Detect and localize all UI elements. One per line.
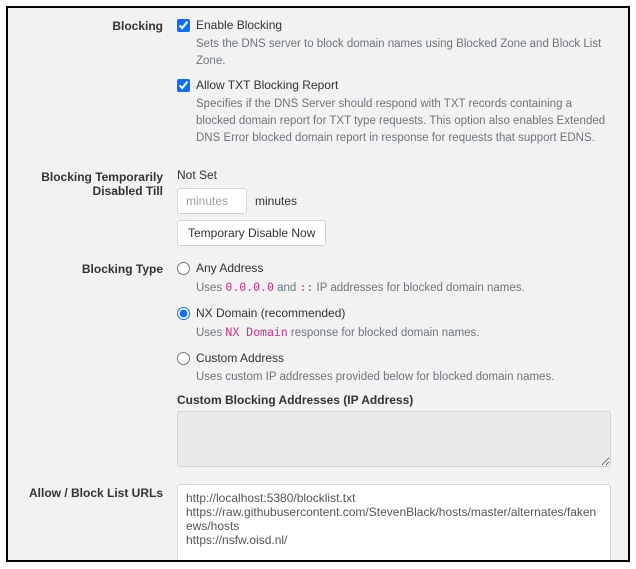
blocking-label: Blocking	[17, 17, 177, 33]
custom-address-radio[interactable]	[177, 352, 190, 365]
temp-disable-label: Blocking Temporarily Disabled Till	[17, 168, 177, 198]
blocklist-group: Allow / Block List URLs Quick Add OISD N…	[17, 484, 619, 562]
custom-blocking-addr-title: Custom Blocking Addresses (IP Address)	[177, 393, 611, 407]
blocking-type-group: Blocking Type Any Address Uses 0.0.0.0 a…	[17, 260, 619, 470]
allow-txt-help: Specifies if the DNS Server should respo…	[196, 96, 611, 146]
enable-blocking-label: Enable Blocking	[196, 17, 282, 33]
custom-blocking-addr-textarea[interactable]	[177, 411, 611, 467]
nx-domain-label: NX Domain (recommended)	[196, 305, 345, 321]
allow-txt-checkbox[interactable]	[177, 79, 190, 92]
any-address-label: Any Address	[196, 260, 263, 276]
enable-blocking-checkbox[interactable]	[177, 19, 190, 32]
blocklist-urls-textarea[interactable]	[177, 484, 611, 562]
custom-address-help: Uses custom IP addresses provided below …	[196, 369, 611, 386]
minutes-unit: minutes	[255, 194, 297, 208]
enable-blocking-help: Sets the DNS server to block domain name…	[196, 36, 611, 69]
temporary-disable-button[interactable]: Temporary Disable Now	[177, 220, 326, 246]
nx-domain-radio[interactable]	[177, 307, 190, 320]
blocking-group: Blocking Enable Blocking Sets the DNS se…	[17, 17, 619, 154]
minutes-input[interactable]	[177, 188, 247, 214]
any-address-help: Uses 0.0.0.0 and :: IP addresses for blo…	[196, 279, 611, 297]
blocklist-label: Allow / Block List URLs	[17, 484, 177, 500]
allow-txt-label: Allow TXT Blocking Report	[196, 77, 338, 93]
temp-disable-value: Not Set	[177, 168, 611, 182]
custom-address-label: Custom Address	[196, 350, 284, 366]
any-address-radio[interactable]	[177, 262, 190, 275]
nx-domain-help: Uses NX Domain response for blocked doma…	[196, 324, 611, 342]
blocking-type-label: Blocking Type	[17, 260, 177, 276]
settings-panel: Blocking Enable Blocking Sets the DNS se…	[6, 6, 630, 562]
temp-disable-group: Blocking Temporarily Disabled Till Not S…	[17, 168, 619, 246]
